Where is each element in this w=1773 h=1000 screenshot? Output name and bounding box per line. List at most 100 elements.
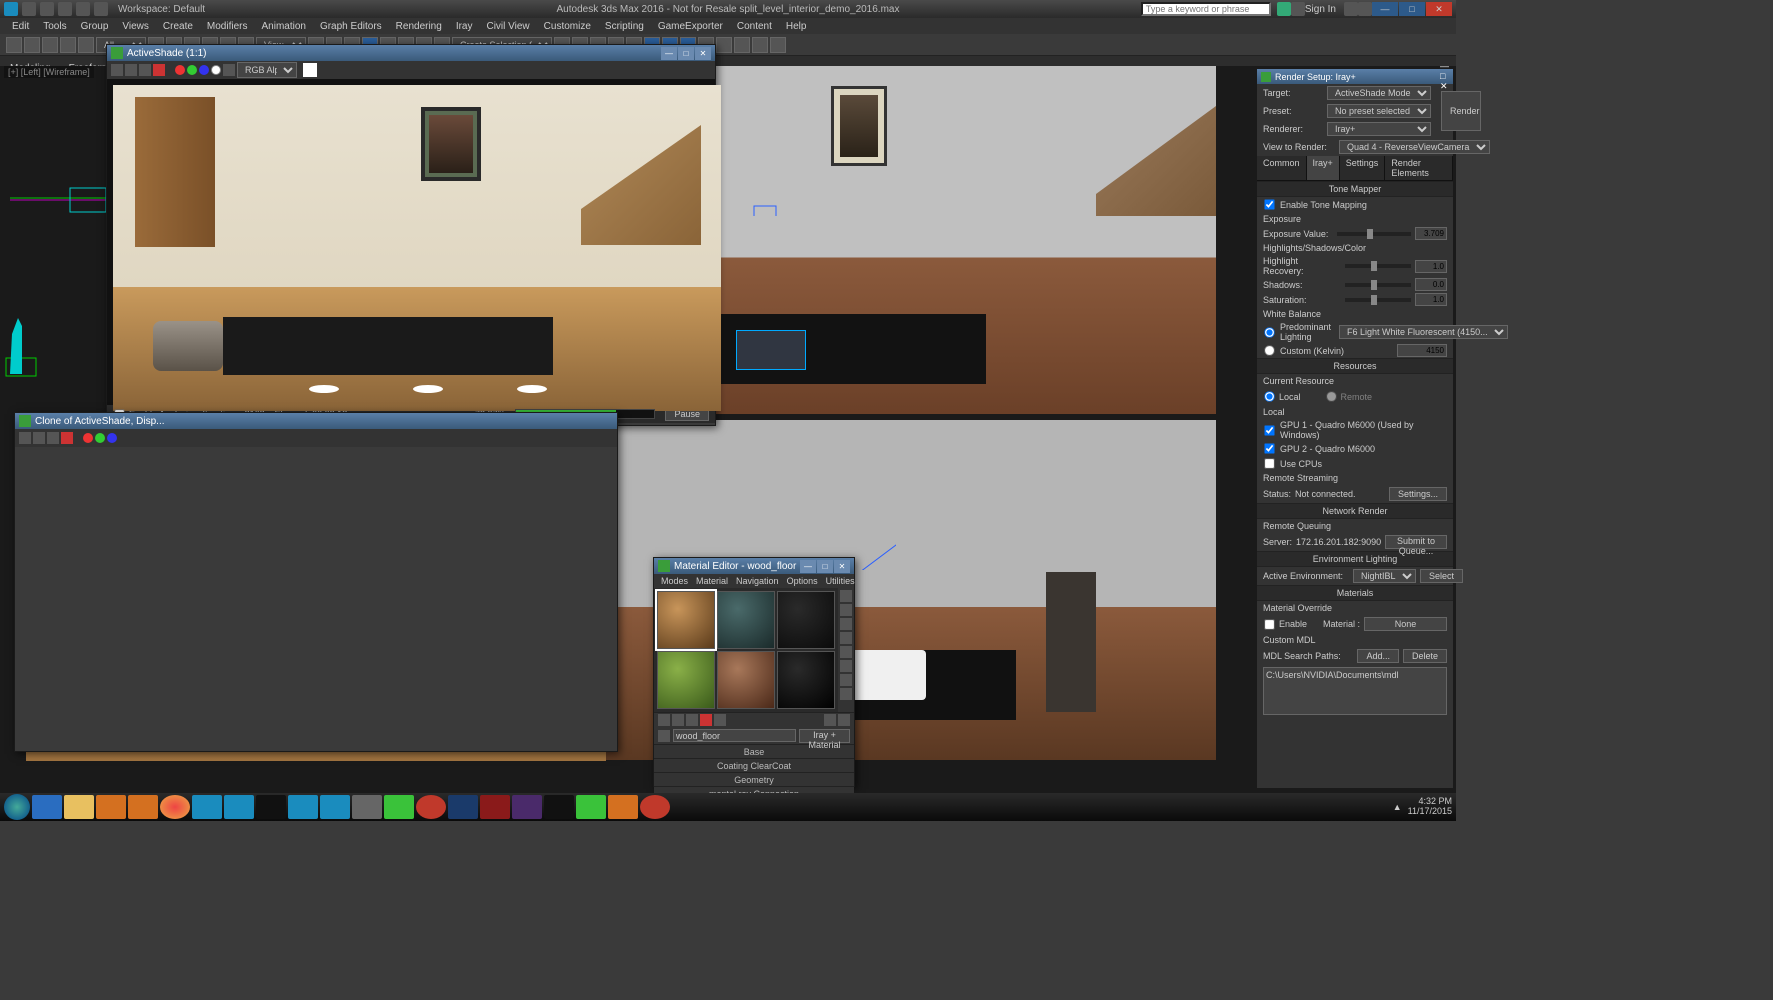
channel-blue-icon[interactable] — [107, 433, 117, 443]
maximize-button[interactable]: □ — [1399, 2, 1425, 16]
saturation-input[interactable] — [1415, 293, 1447, 306]
uv-tiling-icon[interactable] — [840, 632, 852, 644]
clone-window[interactable]: Clone of ActiveShade, Disp... — [14, 412, 618, 752]
kelvin-input[interactable] — [1397, 344, 1447, 357]
exposure-value-input[interactable] — [1415, 227, 1447, 240]
save-icon[interactable] — [58, 2, 72, 16]
taskbar-3dsmax-icon[interactable] — [192, 795, 222, 819]
signin-link[interactable]: Sign In — [1305, 4, 1336, 15]
taskbar-app10-icon[interactable] — [576, 795, 606, 819]
renderer-select[interactable]: Iray+ — [1327, 122, 1431, 136]
material-slot-6[interactable] — [777, 651, 835, 709]
tool-undo-icon[interactable] — [6, 37, 22, 53]
maximize-button[interactable]: □ — [678, 47, 694, 60]
menu-group[interactable]: Group — [75, 20, 115, 33]
clone-titlebar[interactable]: Clone of ActiveShade, Disp... — [15, 413, 617, 429]
menu-game-exporter[interactable]: GameExporter — [652, 20, 729, 33]
star-icon[interactable] — [1291, 2, 1305, 16]
render-setup-window[interactable]: Render Setup: Iray+ — □ ✕ Target:ActiveS… — [1256, 68, 1454, 789]
clear-icon[interactable] — [61, 432, 73, 444]
highlight-slider[interactable] — [1345, 264, 1411, 268]
use-cpus-checkbox[interactable]: Use CPUs — [1257, 456, 1453, 471]
taskbar-app5-icon[interactable] — [320, 795, 350, 819]
custom-kelvin-radio[interactable]: Custom (Kelvin) — [1257, 343, 1453, 358]
taskbar-app3-icon[interactable] — [256, 795, 286, 819]
activeshade-window[interactable]: ActiveShade (1:1) — □ ✕ RGB Alpha — [106, 44, 716, 426]
tab-iray[interactable]: Iray+ — [1307, 156, 1340, 180]
channel-red-icon[interactable] — [175, 65, 185, 75]
menu-modifiers[interactable]: Modifiers — [201, 20, 254, 33]
preset-select[interactable]: No preset selected — [1327, 104, 1431, 118]
reset-icon[interactable] — [700, 714, 712, 726]
info-icon[interactable] — [1277, 2, 1291, 16]
go-sibling-icon[interactable] — [838, 714, 850, 726]
taskbar-app8-icon[interactable] — [480, 795, 510, 819]
tool-r1-icon[interactable] — [734, 37, 750, 53]
mat-menu-material[interactable]: Material — [693, 576, 731, 586]
tab-settings[interactable]: Settings — [1340, 156, 1386, 180]
print-icon[interactable] — [139, 64, 151, 76]
channel-green-icon[interactable] — [95, 433, 105, 443]
menu-animation[interactable]: Animation — [255, 20, 311, 33]
viewport-label-tl[interactable]: [+] [Left] [Wireframe] — [4, 66, 94, 78]
menu-civil-view[interactable]: Civil View — [480, 20, 535, 33]
close-button[interactable]: ✕ — [1426, 2, 1452, 16]
video-check-icon[interactable] — [840, 646, 852, 658]
taskbar-app12-icon[interactable] — [640, 795, 670, 819]
minimize-button[interactable]: — — [661, 47, 677, 60]
clone-icon[interactable] — [125, 64, 137, 76]
mat-enable-checkbox[interactable]: Enable — [1263, 618, 1307, 631]
menu-create[interactable]: Create — [157, 20, 199, 33]
menu-help[interactable]: Help — [780, 20, 813, 33]
mat-menu-options[interactable]: Options — [784, 576, 821, 586]
minimize-button[interactable]: — — [1372, 2, 1398, 16]
target-select[interactable]: ActiveShade Mode — [1327, 86, 1431, 100]
render-setup-titlebar[interactable]: Render Setup: Iray+ — □ ✕ — [1257, 69, 1453, 84]
material-none-button[interactable]: None — [1364, 617, 1447, 631]
gpu2-checkbox[interactable]: GPU 2 - Quadro M6000 — [1257, 441, 1453, 456]
taskbar-app2-icon[interactable] — [224, 795, 254, 819]
menu-scripting[interactable]: Scripting — [599, 20, 650, 33]
remote-radio[interactable]: Remote — [1325, 390, 1373, 403]
system-tray[interactable]: ▲ 4:32 PM 11/17/2015 — [1393, 797, 1452, 817]
taskbar-pr-icon[interactable] — [512, 795, 542, 819]
background-icon[interactable] — [840, 618, 852, 630]
section-resources[interactable]: Resources — [1257, 358, 1453, 374]
menu-tools[interactable]: Tools — [37, 20, 72, 33]
tool-render-pr-icon[interactable] — [716, 37, 732, 53]
material-editor-window[interactable]: Material Editor - wood_floor — □ ✕ Modes… — [653, 557, 855, 787]
print-icon[interactable] — [47, 432, 59, 444]
taskbar-explorer-icon[interactable] — [64, 795, 94, 819]
gpu1-checkbox[interactable]: GPU 1 - Quadro M6000 (Used by Windows) — [1257, 419, 1453, 441]
predominant-lighting-radio[interactable]: Predominant LightingF6 Light White Fluor… — [1257, 321, 1453, 343]
undo-icon[interactable] — [76, 2, 90, 16]
menu-edit[interactable]: Edit — [6, 20, 35, 33]
menu-views[interactable]: Views — [116, 20, 155, 33]
viewport-left-wireframe[interactable] — [0, 78, 120, 388]
tray-icon[interactable]: ▲ — [1393, 802, 1402, 812]
view-select[interactable]: Quad 4 - ReverseViewCamera — [1339, 140, 1490, 154]
render-button[interactable]: Render — [1441, 91, 1481, 131]
go-parent-icon[interactable] — [824, 714, 836, 726]
channel-select[interactable]: RGB Alpha — [237, 62, 297, 78]
menu-content[interactable]: Content — [731, 20, 778, 33]
app-icon[interactable] — [4, 2, 18, 16]
new-icon[interactable] — [22, 2, 36, 16]
close-button[interactable]: ✕ — [834, 560, 850, 573]
assign-icon[interactable] — [686, 714, 698, 726]
taskbar-app-icon[interactable] — [96, 795, 126, 819]
select-env-button[interactable]: Select — [1420, 569, 1463, 583]
sample-type-icon[interactable] — [840, 590, 852, 602]
clone-icon[interactable] — [33, 432, 45, 444]
material-slot-1[interactable] — [657, 591, 715, 649]
taskbar-nvidia-icon[interactable] — [384, 795, 414, 819]
material-editor-titlebar[interactable]: Material Editor - wood_floor — □ ✕ — [654, 558, 854, 574]
menu-customize[interactable]: Customize — [538, 20, 597, 33]
enable-tone-mapping-checkbox[interactable]: Enable Tone Mapping — [1257, 197, 1453, 212]
channel-green-icon[interactable] — [187, 65, 197, 75]
shadows-input[interactable] — [1415, 278, 1447, 291]
save-image-icon[interactable] — [19, 432, 31, 444]
menu-iray[interactable]: Iray — [450, 20, 479, 33]
search-input[interactable] — [1141, 2, 1271, 16]
eyedropper-icon[interactable] — [658, 730, 670, 742]
